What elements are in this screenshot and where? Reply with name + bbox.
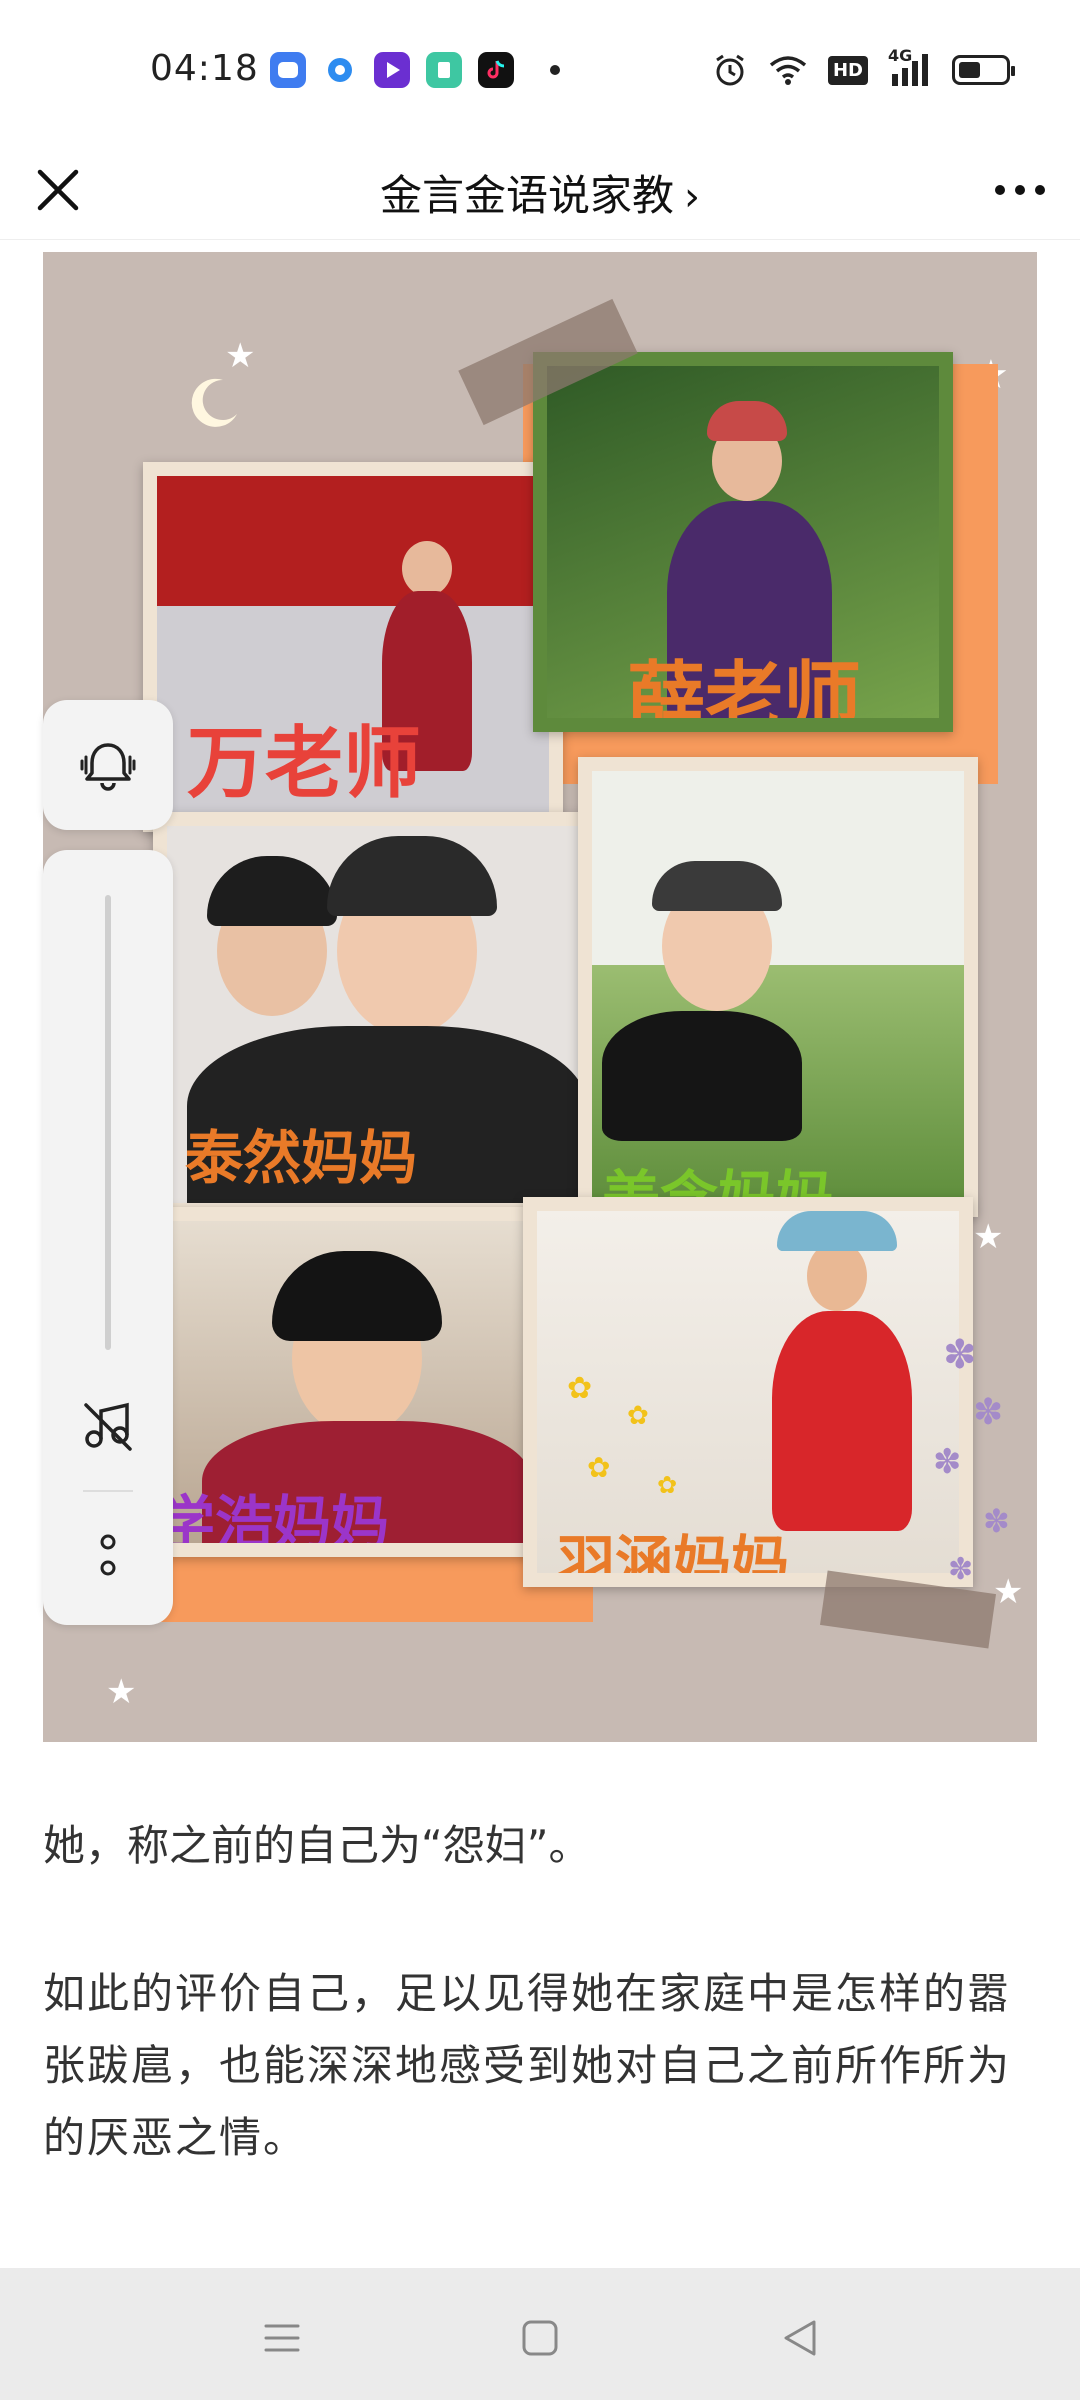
reminder-bell-button[interactable] — [43, 700, 173, 830]
flower-decoration: ✽ ✽ ✽ ✽ ✽ — [933, 1332, 1010, 1587]
article-image[interactable]: ★ ★ ★ ★ ★ ★ 万老师 薛老师 — [43, 252, 1037, 1742]
status-app-icons — [270, 52, 560, 88]
wifi-icon — [768, 50, 808, 90]
vertical-dots-icon — [100, 1534, 116, 1576]
music-off-button[interactable] — [78, 1395, 138, 1455]
panel-divider — [83, 1490, 133, 1492]
bell-icon — [80, 743, 136, 791]
more-dots-icon — [995, 185, 1045, 195]
status-time: 04:18 — [150, 48, 259, 89]
network-label: 4G — [888, 46, 913, 65]
alarm-icon — [712, 50, 748, 90]
music-off-icon — [84, 1402, 132, 1451]
top-nav-bar: 金言金语说家教 › — [0, 140, 1080, 240]
article-paragraph: 如此的评价自己，足以见得她在家庭中是怎样的嚣张跋扈，也能深深地感受到她对自己之前… — [43, 1969, 1012, 2162]
photo-tile-xuehao: 学浩妈妈 — [148, 1207, 568, 1557]
label-xue: 薛老师 — [627, 654, 862, 732]
audio-control-panel — [43, 850, 173, 1625]
chevron-right-icon: › — [684, 174, 700, 220]
photo-tile-wan: 万老师 — [143, 462, 563, 832]
more-notifications-dot — [550, 65, 560, 75]
app-icon-green — [426, 52, 462, 88]
hd-icon: HD — [827, 50, 868, 90]
label-xuehao: 学浩妈妈 — [157, 1489, 390, 1557]
tiktok-icon — [478, 52, 514, 88]
menu-icon — [264, 2324, 300, 2352]
battery-icon — [952, 50, 1015, 90]
signal-icon: 4G — [888, 46, 932, 90]
panel-more-button[interactable] — [88, 1520, 128, 1590]
star-decoration: ★ — [225, 336, 256, 376]
moon-icon — [191, 378, 237, 427]
page-title: 金言金语说家教 — [379, 171, 674, 220]
app-icon-circle — [322, 52, 358, 88]
status-bar: 04:18 HD 4G — [0, 0, 1080, 140]
app-icon-video — [374, 52, 410, 88]
account-title-link[interactable]: 金言金语说家教 › — [0, 162, 1080, 223]
home-button[interactable] — [510, 2308, 570, 2368]
label-tairan: 泰然妈妈 — [185, 1124, 418, 1192]
photo-tile-meihan: 美含妈妈 — [578, 757, 978, 1217]
volume-slider[interactable] — [105, 895, 111, 1350]
photo-tile-xue: 薛老师 — [533, 352, 953, 732]
back-triangle-icon — [784, 2320, 816, 2356]
label-yuhan: 羽涵妈妈 — [557, 1529, 790, 1587]
star-decoration: ★ — [106, 1672, 137, 1712]
photo-tile-yuhan: ✿ ✿ ✿ ✿ 羽涵妈妈 — [523, 1197, 973, 1587]
more-options-button[interactable] — [990, 170, 1050, 210]
star-decoration: ★ — [973, 1217, 1004, 1257]
recent-apps-button[interactable] — [252, 2308, 312, 2368]
system-nav-bar — [0, 2268, 1080, 2400]
back-button[interactable] — [770, 2308, 830, 2368]
app-icon-blue — [270, 52, 306, 88]
article-paragraph: 她，称之前的自己为“怨妇”。 — [43, 1821, 591, 1870]
label-wan: 万老师 — [187, 719, 422, 809]
status-right-icons: HD 4G — [712, 46, 1015, 90]
photo-tile-tairan: 泰然妈妈 — [153, 812, 603, 1217]
home-square-icon — [522, 2320, 558, 2356]
